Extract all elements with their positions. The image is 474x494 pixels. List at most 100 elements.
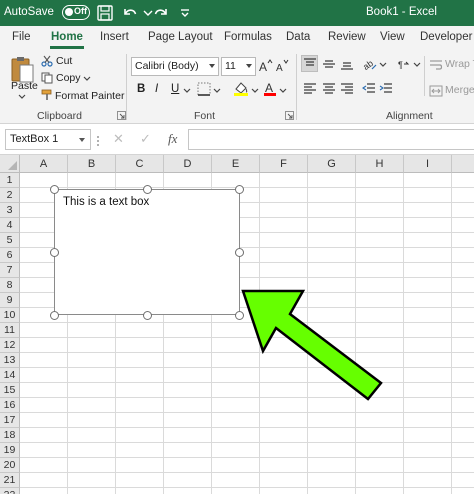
tab-file[interactable]: File — [12, 31, 31, 43]
tab-view[interactable]: View — [380, 31, 405, 43]
column-header[interactable]: H — [356, 155, 404, 173]
row-header[interactable]: 20 — [0, 458, 20, 473]
format-painter-label[interactable]: Format Painter — [55, 90, 124, 102]
tab-home[interactable]: Home — [51, 31, 83, 43]
column-header[interactable]: B — [68, 155, 116, 173]
increase-indent-icon[interactable] — [379, 82, 393, 96]
row-header[interactable]: 1 — [0, 173, 20, 188]
row-header[interactable]: 19 — [0, 443, 20, 458]
select-all-button[interactable] — [0, 155, 20, 173]
row-header[interactable]: 13 — [0, 353, 20, 368]
customize-toolbar-icon[interactable] — [176, 4, 194, 22]
top-align-icon[interactable] — [303, 57, 317, 71]
row-header[interactable]: 5 — [0, 233, 20, 248]
merge-center-label[interactable]: Merge — [445, 84, 474, 96]
cancel-button[interactable]: ✕ — [113, 131, 124, 147]
formula-bar-grip-icon[interactable] — [96, 135, 100, 147]
row-header[interactable]: 21 — [0, 473, 20, 488]
row-header[interactable]: 8 — [0, 278, 20, 293]
decrease-indent-icon[interactable] — [362, 82, 376, 96]
row-header[interactable]: 18 — [0, 428, 20, 443]
font-color-icon[interactable]: A — [263, 80, 277, 97]
column-header[interactable]: E — [212, 155, 260, 173]
underline-button[interactable]: U — [171, 83, 179, 95]
orientation-icon[interactable]: ab — [362, 56, 378, 72]
resize-handle-bottom[interactable] — [143, 311, 152, 320]
borders-icon[interactable] — [197, 82, 211, 96]
row-header[interactable]: 3 — [0, 203, 20, 218]
fill-color-dropdown-icon[interactable] — [251, 88, 259, 94]
italic-button[interactable]: I — [155, 83, 158, 95]
orientation-dropdown-icon[interactable] — [379, 62, 387, 68]
borders-dropdown-icon[interactable] — [213, 88, 221, 94]
insert-function-button[interactable]: fx — [168, 131, 177, 147]
wrap-text-icon[interactable] — [429, 59, 443, 71]
tab-data[interactable]: Data — [286, 31, 310, 43]
row-header[interactable]: 15 — [0, 383, 20, 398]
column-header[interactable]: I — [404, 155, 452, 173]
tab-review[interactable]: Review — [328, 31, 366, 43]
format-painter-icon[interactable] — [41, 89, 53, 101]
paste-dropdown-icon[interactable] — [18, 94, 26, 100]
column-header[interactable]: A — [20, 155, 68, 173]
row-header[interactable]: 12 — [0, 338, 20, 353]
column-header[interactable]: D — [164, 155, 212, 173]
row-header[interactable]: 11 — [0, 323, 20, 338]
align-right-icon[interactable] — [340, 82, 354, 96]
resize-handle-left[interactable] — [50, 248, 59, 257]
name-box[interactable]: TextBox 1 — [5, 129, 91, 150]
row-header[interactable]: 10 — [0, 308, 20, 323]
tab-formulas[interactable]: Formulas — [224, 31, 272, 43]
resize-handle-top-left[interactable] — [50, 185, 59, 194]
cut-icon[interactable] — [41, 55, 53, 67]
tab-insert[interactable]: Insert — [100, 31, 129, 43]
row-header[interactable]: 9 — [0, 293, 20, 308]
resize-handle-right[interactable] — [235, 248, 244, 257]
font-color-dropdown-icon[interactable] — [279, 88, 287, 94]
column-header[interactable]: C — [116, 155, 164, 173]
resize-handle-top-right[interactable] — [235, 185, 244, 194]
text-box-shape[interactable]: This is a text box — [54, 189, 240, 315]
save-icon[interactable] — [96, 4, 114, 22]
bold-button[interactable]: B — [137, 83, 145, 95]
autosave-toggle[interactable]: Off — [62, 5, 90, 20]
copy-label[interactable]: Copy — [56, 72, 81, 84]
cut-label[interactable]: Cut — [56, 55, 72, 67]
tab-page-layout[interactable]: Page Layout — [148, 31, 213, 43]
fill-color-icon[interactable] — [233, 80, 249, 97]
row-header[interactable]: 4 — [0, 218, 20, 233]
merge-center-icon[interactable] — [429, 85, 443, 97]
row-header[interactable]: 22 — [0, 488, 20, 494]
column-header[interactable]: G — [308, 155, 356, 173]
align-center-icon[interactable] — [322, 82, 336, 96]
font-name-select[interactable]: Calibri (Body) — [131, 57, 219, 76]
row-header[interactable]: 2 — [0, 188, 20, 203]
font-size-select[interactable]: 11 — [221, 57, 256, 76]
align-left-icon[interactable] — [303, 82, 317, 96]
paste-label[interactable]: Paste — [11, 80, 38, 92]
text-direction-dropdown-icon[interactable] — [413, 62, 421, 68]
resize-handle-bottom-left[interactable] — [50, 311, 59, 320]
underline-dropdown-icon[interactable] — [183, 88, 191, 94]
resize-handle-bottom-right[interactable] — [235, 311, 244, 320]
copy-icon[interactable] — [41, 72, 53, 84]
resize-handle-top[interactable] — [143, 185, 152, 194]
bottom-align-icon[interactable] — [340, 57, 354, 71]
undo-icon[interactable] — [121, 4, 139, 22]
wrap-text-label[interactable]: Wrap Te — [445, 58, 474, 70]
text-direction-icon[interactable]: ¶ — [398, 58, 412, 70]
font-launcher-icon[interactable] — [285, 111, 294, 120]
middle-align-icon[interactable] — [322, 57, 336, 71]
row-header[interactable]: 16 — [0, 398, 20, 413]
redo-icon[interactable] — [153, 4, 171, 22]
formula-input[interactable] — [188, 129, 474, 150]
increase-font-size-icon[interactable]: A — [259, 59, 273, 73]
decrease-font-size-icon[interactable]: A — [275, 59, 289, 73]
row-header[interactable]: 6 — [0, 248, 20, 263]
enter-button[interactable]: ✓ — [140, 131, 151, 147]
row-header[interactable]: 17 — [0, 413, 20, 428]
row-header[interactable]: 14 — [0, 368, 20, 383]
tab-developer[interactable]: Developer — [420, 31, 472, 43]
clipboard-launcher-icon[interactable] — [117, 111, 126, 120]
copy-dropdown-icon[interactable] — [83, 76, 91, 82]
